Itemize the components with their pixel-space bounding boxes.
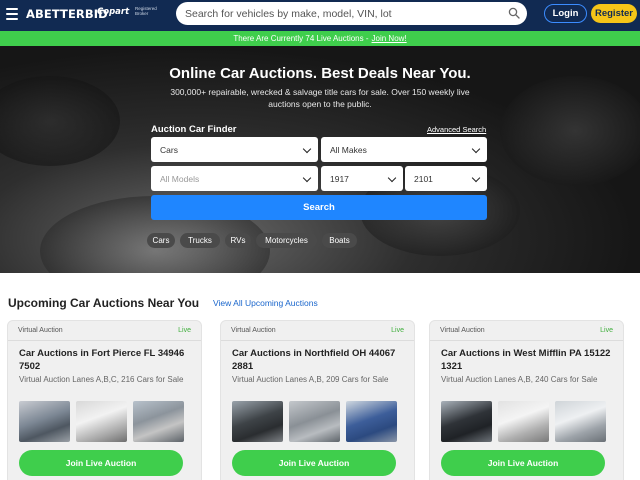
auction-description: Virtual Auction Lanes A,B,C, 216 Cars fo… bbox=[19, 375, 184, 384]
chevron-down-icon bbox=[471, 173, 481, 183]
year-to-select[interactable]: 2101 bbox=[405, 166, 487, 191]
advanced-search-link[interactable]: Advanced Search bbox=[427, 125, 486, 134]
auction-card[interactable]: Virtual Auction Live Car Auctions in Nor… bbox=[220, 320, 415, 480]
model-placeholder: All Models bbox=[160, 173, 200, 184]
vehicle-thumbnail[interactable] bbox=[441, 401, 492, 442]
hero-section: Online Car Auctions. Best Deals Near You… bbox=[0, 46, 640, 273]
register-button[interactable]: Register bbox=[591, 4, 637, 23]
vehicle-thumbnail[interactable] bbox=[346, 401, 397, 442]
hero-title: Online Car Auctions. Best Deals Near You… bbox=[169, 65, 471, 82]
make-value: All Makes bbox=[330, 144, 367, 155]
card-header: Virtual Auction Live bbox=[8, 321, 201, 341]
join-live-auction-button[interactable]: Join Live Auction bbox=[441, 450, 605, 476]
auction-card[interactable]: Virtual Auction Live Car Auctions in For… bbox=[7, 320, 202, 480]
chevron-down-icon bbox=[302, 144, 312, 154]
year-to-value: 2101 bbox=[414, 173, 433, 184]
auction-title[interactable]: Car Auctions in Northfield OH 44067 2881 bbox=[232, 347, 407, 373]
card-header: Virtual Auction Live bbox=[221, 321, 414, 341]
vehicle-type-value: Cars bbox=[160, 144, 178, 155]
auction-type: Virtual Auction bbox=[18, 327, 63, 334]
search-input[interactable] bbox=[185, 7, 505, 20]
vehicle-thumbnail[interactable] bbox=[232, 401, 283, 442]
banner-text: There Are Currently 74 Live Auctions - bbox=[233, 34, 369, 43]
partner-subtitle: Registered Broker bbox=[135, 6, 157, 16]
year-from-select[interactable]: 1917 bbox=[321, 166, 403, 191]
auction-type: Virtual Auction bbox=[440, 327, 485, 334]
vehicle-type-select[interactable]: Cars bbox=[151, 137, 318, 162]
top-navbar: ABETTERBID Copart Registered Broker Logi… bbox=[0, 0, 640, 31]
chevron-down-icon bbox=[471, 144, 481, 154]
vehicle-thumbnail[interactable] bbox=[76, 401, 127, 442]
card-header: Virtual Auction Live bbox=[430, 321, 623, 341]
chevron-down-icon bbox=[387, 173, 397, 183]
model-select[interactable]: All Models bbox=[151, 166, 318, 191]
year-from-value: 1917 bbox=[330, 173, 349, 184]
category-motorcycles[interactable]: Motorcycles bbox=[256, 233, 317, 248]
login-button[interactable]: Login bbox=[544, 4, 587, 23]
join-now-link[interactable]: Join Now! bbox=[372, 34, 407, 43]
background-car-image bbox=[0, 76, 120, 166]
vehicle-thumbnail[interactable] bbox=[498, 401, 549, 442]
vehicle-thumbnail[interactable] bbox=[289, 401, 340, 442]
search-button[interactable]: Search bbox=[151, 195, 487, 220]
join-live-auction-button[interactable]: Join Live Auction bbox=[19, 450, 183, 476]
live-auctions-banner: There Are Currently 74 Live Auctions - J… bbox=[0, 31, 640, 46]
vehicle-thumbnail[interactable] bbox=[555, 401, 606, 442]
auction-description: Virtual Auction Lanes A,B, 240 Cars for … bbox=[441, 375, 598, 384]
category-trucks[interactable]: Trucks bbox=[180, 233, 220, 248]
view-all-auctions-link[interactable]: View All Upcoming Auctions bbox=[213, 298, 318, 308]
search-icon[interactable] bbox=[508, 7, 520, 19]
live-status: Live bbox=[600, 327, 613, 334]
auction-title[interactable]: Car Auctions in Fort Pierce FL 34946 750… bbox=[19, 347, 194, 373]
hamburger-menu-icon[interactable] bbox=[6, 8, 18, 20]
hero-subtitle: 300,000+ repairable, wrecked & salvage t… bbox=[170, 87, 470, 109]
section-title: Upcoming Car Auctions Near You bbox=[8, 296, 200, 310]
auction-title[interactable]: Car Auctions in West Mifflin PA 15122 13… bbox=[441, 347, 616, 373]
brand-logo[interactable]: ABETTERBID bbox=[26, 7, 108, 21]
make-select[interactable]: All Makes bbox=[321, 137, 487, 162]
partner-logo: Copart bbox=[97, 7, 130, 17]
live-status: Live bbox=[178, 327, 191, 334]
live-status: Live bbox=[391, 327, 404, 334]
search-bar[interactable] bbox=[176, 2, 527, 25]
finder-title: Auction Car Finder bbox=[151, 124, 237, 135]
join-live-auction-button[interactable]: Join Live Auction bbox=[232, 450, 396, 476]
auction-card[interactable]: Virtual Auction Live Car Auctions in Wes… bbox=[429, 320, 624, 480]
chevron-down-icon bbox=[302, 173, 312, 183]
auction-description: Virtual Auction Lanes A,B, 209 Cars for … bbox=[232, 375, 389, 384]
category-rvs[interactable]: RVs bbox=[225, 233, 251, 248]
vehicle-thumbnail[interactable] bbox=[19, 401, 70, 442]
background-car-image bbox=[500, 76, 640, 186]
category-boats[interactable]: Boats bbox=[322, 233, 357, 248]
auction-type: Virtual Auction bbox=[231, 327, 276, 334]
category-cars[interactable]: Cars bbox=[147, 233, 175, 248]
vehicle-thumbnail[interactable] bbox=[133, 401, 184, 442]
